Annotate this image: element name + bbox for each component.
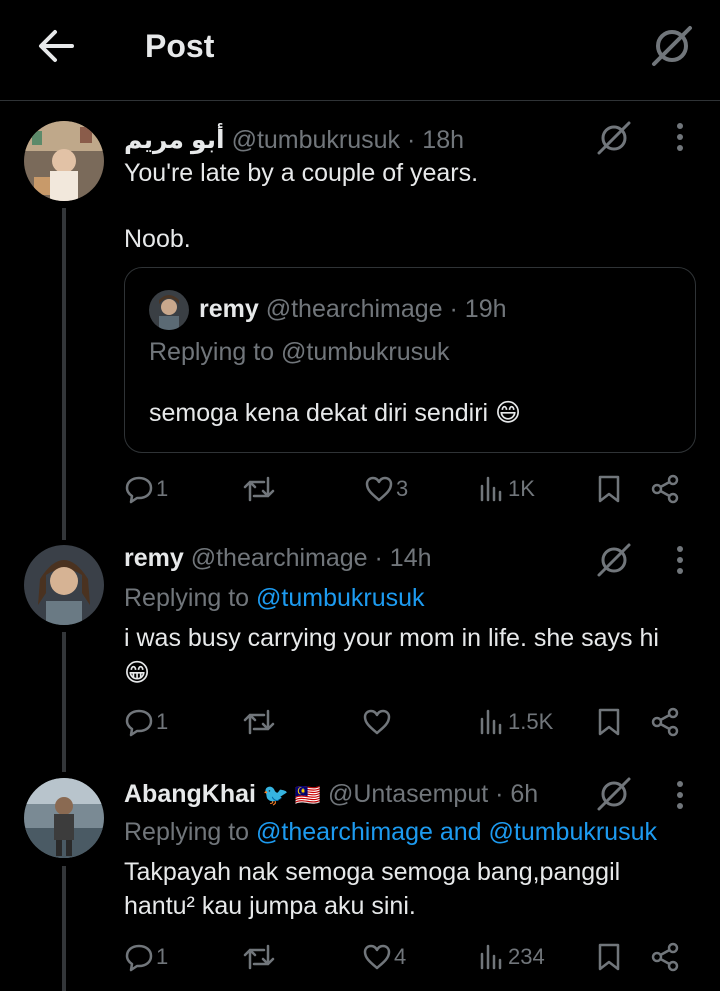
grok-icon[interactable] (650, 24, 694, 68)
reply-button[interactable]: 1 (124, 939, 168, 975)
heart-icon (365, 476, 393, 502)
tweet-text-line: 😁 (124, 659, 151, 687)
retweet-icon (243, 944, 275, 970)
retweet-button[interactable] (242, 471, 278, 507)
bookmark-button[interactable] (596, 471, 622, 507)
timestamp[interactable]: · 18h (407, 126, 464, 154)
tweet-text-line: i was busy carrying your mom in life. sh… (124, 624, 659, 652)
reply-button[interactable]: 1 (124, 471, 168, 507)
replying-prefix: Replying to (124, 818, 250, 846)
replying-users-link[interactable]: @tumbukrusuk (256, 584, 425, 612)
like-count: 4 (394, 944, 407, 969)
avatar[interactable] (24, 778, 104, 858)
heart-icon (363, 944, 391, 970)
thread-line (62, 208, 66, 540)
top-bar: Post (0, 0, 720, 101)
timestamp: · 19h (449, 295, 507, 323)
reply-icon (125, 476, 153, 504)
quote-text: semoga kena dekat diri sendiri 😄 (149, 399, 522, 427)
tweet-text-line: You're late by a couple of years. (124, 159, 479, 187)
display-name[interactable]: remy (124, 544, 184, 572)
tweet-actions: 1 3 1K (124, 471, 684, 507)
bookmark-icon (598, 943, 620, 971)
user-handle[interactable]: @thearchimage (191, 544, 368, 572)
avatar[interactable] (24, 121, 104, 201)
views-count: 234 (508, 944, 545, 969)
page-title: Post (145, 28, 215, 64)
grok-icon[interactable] (596, 542, 632, 578)
views-count: 1K (508, 476, 535, 501)
reply-count: 1 (156, 944, 169, 969)
bookmark-button[interactable] (596, 939, 622, 975)
share-button[interactable] (650, 704, 680, 740)
bookmark-icon (598, 708, 620, 736)
user-handle[interactable]: @tumbukrusuk (232, 126, 401, 154)
reply-icon (125, 944, 153, 972)
reply-count: 1 (156, 476, 169, 501)
grok-icon[interactable] (596, 776, 632, 812)
replying-to: Replying to @thearchimage and @tumbukrus… (124, 818, 657, 847)
reply-count: 1 (156, 709, 169, 734)
tweet-header: remy @thearchimage · 14h (124, 544, 432, 573)
share-icon (651, 942, 679, 972)
retweet-icon (243, 476, 275, 502)
views-count: 1.5K (508, 709, 554, 734)
thread-line (62, 866, 66, 991)
like-button[interactable]: 4 (362, 939, 406, 975)
display-name[interactable]: AbangKhai (124, 780, 256, 808)
tweet-text-line: Noob. (124, 225, 191, 253)
quote-header: remy @thearchimage · 19h (199, 295, 507, 324)
replying-prefix: Replying to (124, 584, 250, 612)
tweet-text-line: hantu² kau jumpa aku sini. (124, 892, 416, 920)
tweet-text-line: Takpayah nak semoga semoga bang,panggil (124, 858, 621, 886)
display-name: remy (199, 295, 259, 323)
reply-button[interactable]: 1 (124, 704, 168, 740)
quoted-tweet[interactable]: remy @thearchimage · 19h Replying to @tu… (124, 267, 696, 453)
back-arrow-icon[interactable] (36, 28, 76, 64)
timestamp[interactable]: · 6h (495, 780, 538, 808)
share-icon (651, 707, 679, 737)
like-button[interactable]: 3 (364, 471, 408, 507)
thread-line (62, 632, 66, 772)
user-handle[interactable]: @Untasemput (328, 780, 488, 808)
views-button[interactable]: 1K (478, 471, 535, 507)
replying-users-link[interactable]: @thearchimage and @tumbukrusuk (256, 818, 657, 846)
share-button[interactable] (650, 939, 680, 975)
more-options-icon[interactable] (675, 545, 685, 575)
views-icon (480, 709, 502, 735)
bookmark-icon (598, 475, 620, 503)
share-icon (651, 474, 679, 504)
retweet-icon (243, 709, 275, 735)
replying-to: Replying to @tumbukrusuk (149, 338, 450, 366)
tweet-actions: 1 1.5K (124, 704, 684, 740)
user-handle: @thearchimage (265, 295, 443, 323)
replying-to: Replying to @tumbukrusuk (124, 584, 425, 613)
avatar (149, 290, 189, 330)
views-icon (480, 944, 502, 970)
tweet-header: أبو مريم @tumbukrusuk · 18h (124, 125, 464, 155)
share-button[interactable] (650, 471, 680, 507)
tweet-actions: 1 4 234 (124, 939, 684, 975)
more-options-icon[interactable] (675, 122, 685, 152)
grok-icon[interactable] (596, 120, 632, 156)
more-options-icon[interactable] (675, 780, 685, 810)
timestamp[interactable]: · 14h (375, 544, 432, 572)
tweet-header: AbangKhai 🐦 🇲🇾 @Untasemput · 6h (124, 780, 538, 809)
avatar[interactable] (24, 545, 104, 625)
reply-icon (125, 709, 153, 737)
views-button[interactable]: 234 (478, 939, 545, 975)
views-icon (480, 476, 502, 502)
heart-icon (363, 709, 391, 735)
views-button[interactable]: 1.5K (478, 704, 553, 740)
display-name[interactable]: أبو مريم (124, 126, 225, 154)
bookmark-button[interactable] (596, 704, 622, 740)
retweet-button[interactable] (242, 704, 278, 740)
like-button[interactable] (362, 704, 394, 740)
like-count: 3 (396, 476, 409, 501)
retweet-button[interactable] (242, 939, 278, 975)
user-badges: 🐦 🇲🇾 (262, 784, 322, 807)
